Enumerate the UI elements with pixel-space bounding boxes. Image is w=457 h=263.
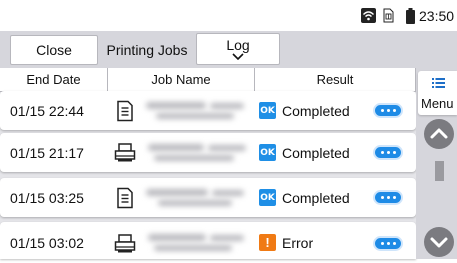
menu-label: Menu	[421, 96, 454, 111]
sim-card-icon	[383, 8, 394, 23]
menu-button[interactable]: Menu	[418, 71, 457, 115]
table-row[interactable]: 01/15 21:17 OK Completed	[0, 133, 416, 172]
end-date: 01/15 21:17	[10, 144, 84, 161]
table-header: End Date Job Name Result	[0, 68, 416, 92]
scroll-down-button[interactable]	[424, 227, 454, 257]
job-name-blurred	[144, 231, 250, 255]
result-text: Error	[282, 234, 314, 251]
toolbar: Close Printing Jobs Log	[0, 31, 457, 68]
column-header-end-date[interactable]: End Date	[0, 68, 108, 91]
more-details-button[interactable]	[373, 190, 403, 205]
tab-printing-jobs[interactable]: Printing Jobs	[100, 35, 194, 65]
clock: 23:50	[419, 8, 455, 24]
result-text: Completed	[282, 102, 350, 119]
more-details-button[interactable]	[373, 236, 403, 251]
scroll-up-button[interactable]	[424, 119, 454, 149]
end-date: 01/15 03:02	[10, 234, 84, 251]
result-text: Completed	[282, 189, 350, 206]
chevron-down-icon	[430, 237, 448, 248]
end-date: 01/15 03:25	[10, 189, 84, 206]
job-name-blurred	[144, 186, 250, 210]
end-date: 01/15 22:44	[10, 102, 84, 119]
printer-icon	[114, 234, 136, 253]
status-bar: 23:50	[0, 0, 457, 31]
chevron-up-icon	[430, 128, 448, 139]
ok-status-icon: OK	[259, 189, 276, 206]
job-name-blurred	[144, 141, 250, 165]
column-header-job-name[interactable]: Job Name	[108, 68, 255, 91]
chevron-down-icon	[232, 53, 244, 60]
battery-icon	[406, 8, 415, 24]
printer-icon	[114, 143, 136, 162]
document-icon	[117, 100, 133, 122]
tab-log-label: Log	[226, 37, 250, 53]
ok-status-icon: OK	[259, 144, 276, 161]
job-name-blurred	[144, 99, 250, 123]
more-details-button[interactable]	[373, 103, 403, 118]
table-row[interactable]: 01/15 03:25 OK Completed	[0, 178, 416, 217]
table-row[interactable]: 01/15 22:44 OK Completed	[0, 91, 416, 130]
ok-status-icon: OK	[259, 102, 276, 119]
scrollbar-thumb[interactable]	[435, 161, 444, 181]
wifi-icon	[361, 8, 376, 23]
column-header-result[interactable]: Result	[255, 68, 416, 91]
table-row[interactable]: 01/15 03:02 ! Error	[0, 222, 416, 259]
more-details-button[interactable]	[373, 145, 403, 160]
document-icon	[117, 187, 133, 209]
close-button[interactable]: Close	[10, 35, 98, 65]
tab-log[interactable]: Log	[196, 33, 280, 65]
menu-list-icon	[432, 78, 445, 88]
error-status-icon: !	[259, 234, 276, 251]
result-text: Completed	[282, 144, 350, 161]
